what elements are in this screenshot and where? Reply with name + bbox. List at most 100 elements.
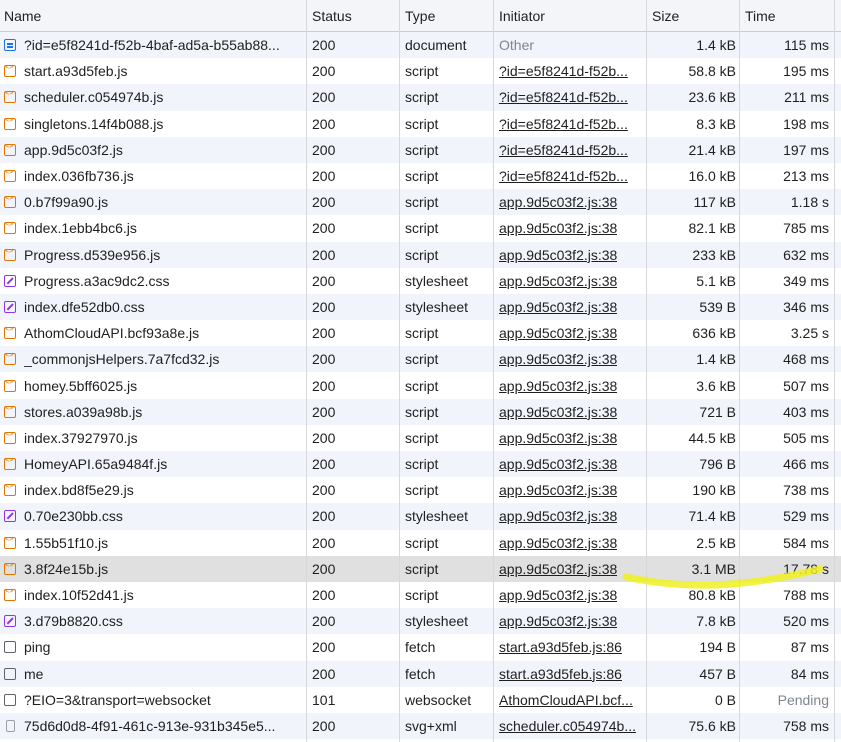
size-cell: 1.4 kB — [696, 37, 736, 54]
table-row[interactable]: ?id=e5f8241d-f52b-4baf-ad5a-b55ab88... 20… — [0, 32, 841, 59]
initiator-link[interactable]: app.9d5c03f2.js:38 — [499, 247, 617, 263]
table-row[interactable]: ping 200 fetch start.a93d5feb.js:86 194 B 87 … — [0, 634, 841, 661]
table-row[interactable]: AthomCloudAPI.bcf93a8e.js 200 script app.9d… — [0, 320, 841, 347]
table-row[interactable]: Progress.d539e956.js 200 script app.9d5c03f… — [0, 241, 841, 268]
script-icon — [4, 587, 16, 602]
initiator-link[interactable]: ?id=e5f8241d-f52b... — [499, 63, 628, 79]
time-cell: 211 ms — [784, 89, 829, 106]
table-row[interactable]: HomeyAPI.65a9484f.js 200 script app.9d5c03f… — [0, 451, 841, 478]
table-row[interactable]: 0.70e230bb.css 200 stylesheet app.9d5c03f2.… — [0, 503, 841, 530]
table-row[interactable]: _commonjsHelpers.7a7fcd32.js 200 script app… — [0, 346, 841, 373]
table-header: Name Status Type Initiator Size Time — [0, 0, 841, 32]
table-row[interactable]: index.dfe52db0.css 200 stylesheet app.9d5c0… — [0, 293, 841, 321]
initiator-link[interactable]: app.9d5c03f2.js:38 — [499, 194, 617, 210]
request-name: 1.55b51f10.js — [24, 534, 109, 551]
script-icon — [4, 482, 16, 497]
script-icon — [4, 430, 16, 444]
column-divider[interactable] — [399, 0, 400, 742]
table-row[interactable]: start.a93d5feb.js 200 script ?id=e5f8241d-f… — [0, 58, 841, 85]
script-icon — [4, 535, 16, 549]
column-header-initiator[interactable]: Initiator — [499, 0, 639, 31]
column-divider[interactable] — [739, 0, 740, 742]
table-row[interactable]: index.bd8f5e29.js 200 script app.9d5c03f2.j… — [0, 477, 841, 504]
initiator-link[interactable]: app.9d5c03f2.js:38 — [499, 508, 617, 524]
initiator-link[interactable]: app.9d5c03f2.js:38 — [499, 613, 617, 629]
time-cell: Pending — [777, 691, 829, 708]
type-cell: script — [405, 403, 439, 420]
table-row[interactable]: singletons.14f4b088.js 200 script ?id=e5f82… — [0, 110, 841, 137]
table-row[interactable]: index.10f52d41.js 200 script app.9d5c03f2.j… — [0, 581, 841, 609]
script-icon — [4, 220, 16, 235]
stylesheet-icon — [4, 510, 16, 523]
column-divider[interactable] — [493, 0, 494, 742]
table-row[interactable]: scheduler.c054974b.js 200 script ?id=e5f824… — [0, 84, 841, 111]
initiator-link[interactable]: app.9d5c03f2.js:38 — [499, 587, 617, 603]
type-cell: script — [405, 456, 439, 473]
initiator-link[interactable]: app.9d5c03f2.js:38 — [499, 273, 617, 289]
request-name: index.dfe52db0.css — [24, 298, 145, 315]
table-row[interactable]: index.1ebb4bc6.js 200 script app.9d5c03f2.j… — [0, 215, 841, 242]
initiator-cell: ?id=e5f8241d-f52b... — [499, 58, 639, 84]
status-cell: 200 — [312, 272, 336, 289]
table-row[interactable]: Progress.a3ac9dc2.css 200 stylesheet app.9d… — [0, 267, 841, 294]
table-row[interactable]: stores.a039a98b.js 200 script app.9d5c03f2.… — [0, 398, 841, 425]
table-row[interactable]: 0.b7f99a90.js 200 script app.9d5c03f2.js:38… — [0, 189, 841, 216]
column-divider[interactable] — [834, 0, 835, 742]
column-header-size[interactable]: Size — [652, 0, 736, 31]
initiator-link[interactable]: ?id=e5f8241d-f52b... — [499, 168, 628, 184]
initiator-link[interactable]: AthomCloudAPI.bcf... — [499, 692, 633, 708]
table-row[interactable]: 1.55b51f10.js 200 script app.9d5c03f2.js:38… — [0, 529, 841, 556]
request-name: 0.70e230bb.css — [24, 508, 123, 525]
initiator-link[interactable]: ?id=e5f8241d-f52b... — [499, 142, 628, 158]
table-row[interactable]: index.37927970.js 200 script app.9d5c03f2.j… — [0, 424, 841, 451]
table-row[interactable]: 3.d79b8820.css 200 stylesheet app.9d5c03f2.… — [0, 608, 841, 635]
initiator-link[interactable]: app.9d5c03f2.js:38 — [499, 299, 617, 315]
initiator-link[interactable]: app.9d5c03f2.js:38 — [499, 404, 617, 420]
column-divider[interactable] — [306, 0, 307, 742]
request-name-cell: Progress.a3ac9dc2.css — [4, 268, 302, 294]
initiator-link[interactable]: app.9d5c03f2.js:38 — [499, 351, 617, 367]
script-icon — [4, 89, 16, 104]
initiator-link[interactable]: scheduler.c054974b... — [499, 718, 636, 734]
request-name-cell: index.036fb736.js — [4, 163, 302, 189]
initiator-link[interactable]: app.9d5c03f2.js:38 — [499, 325, 617, 341]
request-name-cell: index.10f52d41.js — [4, 582, 302, 608]
initiator-cell: app.9d5c03f2.js:38 — [499, 189, 639, 215]
initiator-link[interactable]: ?id=e5f8241d-f52b... — [499, 116, 628, 132]
initiator-cell: app.9d5c03f2.js:38 — [499, 294, 639, 320]
initiator-link[interactable]: start.a93d5feb.js:86 — [499, 639, 622, 655]
column-header-time[interactable]: Time — [745, 0, 829, 31]
initiator-link[interactable]: app.9d5c03f2.js:38 — [499, 456, 617, 472]
status-cell: 200 — [312, 534, 336, 551]
column-header-type[interactable]: Type — [405, 0, 493, 31]
column-divider[interactable] — [646, 0, 647, 742]
initiator-link[interactable]: app.9d5c03f2.js:38 — [499, 378, 617, 394]
initiator-link[interactable]: app.9d5c03f2.js:38 — [499, 220, 617, 236]
initiator-link[interactable]: app.9d5c03f2.js:38 — [499, 535, 617, 551]
table-row[interactable]: index.036fb736.js 200 script ?id=e5f8241d-f… — [0, 162, 841, 190]
table-row[interactable]: me 200 fetch start.a93d5feb.js:86 457 B 84 ms — [0, 660, 841, 687]
request-name-cell: singletons.14f4b088.js — [4, 111, 302, 137]
request-name-cell: ping — [4, 634, 302, 660]
initiator-link[interactable]: start.a93d5feb.js:86 — [499, 666, 622, 682]
request-name-cell: AthomCloudAPI.bcf93a8e.js — [4, 320, 302, 346]
table-row[interactable]: ?EIO=3&transport=websocket 101 websocket At… — [0, 686, 841, 713]
initiator-cell: start.a93d5feb.js:86 — [499, 661, 639, 687]
request-name-cell: 3.d79b8820.css — [4, 608, 302, 634]
status-cell: 200 — [312, 37, 336, 54]
initiator-link[interactable]: app.9d5c03f2.js:38 — [499, 482, 617, 498]
size-cell: 16.0 kB — [688, 168, 736, 185]
table-row[interactable]: 3.8f24e15b.js 200 script app.9d5c03f2.js:38… — [0, 555, 841, 582]
table-row[interactable]: app.9d5c03f2.js 200 script ?id=e5f8241d-f52… — [0, 136, 841, 163]
table-row[interactable]: 75d6d0d8-4f91-461c-913e-931b345e5... 200 s… — [0, 712, 841, 740]
request-name-cell: homey.5bff6025.js — [4, 372, 302, 398]
table-row[interactable]: homey.5bff6025.js 200 script app.9d5c03f2.j… — [0, 372, 841, 399]
initiator-link[interactable]: app.9d5c03f2.js:38 — [499, 430, 617, 446]
initiator-link[interactable]: app.9d5c03f2.js:38 — [499, 561, 617, 577]
column-header-name[interactable]: Name — [4, 0, 302, 31]
script-icon — [4, 456, 16, 471]
initiator-link[interactable]: ?id=e5f8241d-f52b... — [499, 89, 628, 105]
initiator-cell: app.9d5c03f2.js:38 — [499, 215, 639, 241]
request-name: index.37927970.js — [24, 429, 138, 446]
column-header-status[interactable]: Status — [312, 0, 396, 31]
